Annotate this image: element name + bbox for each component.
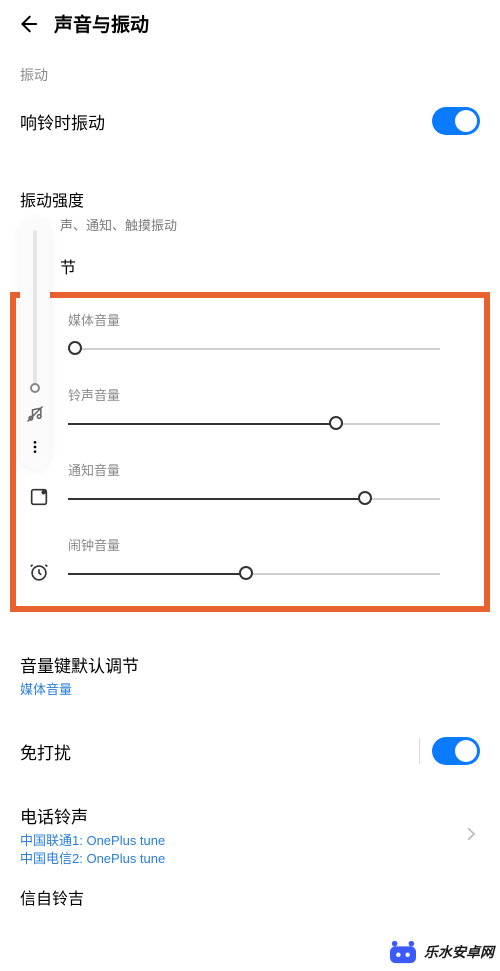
watermark-logo-icon <box>388 939 418 965</box>
slider-notif[interactable] <box>68 491 440 507</box>
row-vol-key-default[interactable]: 音量键默认调节 媒体音量 <box>0 630 500 717</box>
slider-row-notif: 通知音量 <box>68 460 472 507</box>
section-label-vibrate: 振动 <box>0 51 500 93</box>
row-label: 免打扰 <box>20 739 71 764</box>
slider-ring[interactable] <box>68 416 440 432</box>
notification-icon <box>28 486 50 508</box>
vib-strength-sub: 声、通知、触摸振动 <box>60 215 480 234</box>
toggle-dnd[interactable] <box>432 737 480 765</box>
slider-label: 铃声音量 <box>68 385 472 404</box>
row-volume-adjust: 节 <box>0 234 500 284</box>
header: 声音与振动 <box>0 0 500 51</box>
row-dnd[interactable]: 免打扰 <box>0 717 500 785</box>
chevron-right-icon <box>462 823 480 849</box>
slider-row-media: 媒体音量 <box>68 310 472 357</box>
row-label: 信自铃吉 <box>20 885 480 909</box>
divider <box>419 738 420 764</box>
music-mute-icon[interactable] <box>25 404 45 424</box>
slider-media[interactable] <box>68 341 440 357</box>
toggle-vibrate-on-ring[interactable] <box>432 107 480 135</box>
row-sub2: 中国电信2: OnePlus tune <box>20 850 165 868</box>
row-label: 音量键默认调节 <box>20 652 139 677</box>
alarm-clock-icon <box>28 561 50 583</box>
float-slider[interactable] <box>33 230 37 388</box>
slider-label: 通知音量 <box>68 460 472 479</box>
row-value: 媒体音量 <box>20 681 72 699</box>
slider-row-ring: 铃声音量 <box>68 385 472 432</box>
row-vibrate-on-ring[interactable]: 响铃时振动 <box>0 93 500 149</box>
page-title: 声音与振动 <box>54 10 149 37</box>
slider-label: 闹钟音量 <box>68 535 472 554</box>
vol-adjust-label: 节 <box>60 254 480 278</box>
vib-strength-label: 振动强度 <box>20 187 480 211</box>
row-sub1: 中国联通1: OnePlus tune <box>20 832 165 850</box>
back-arrow-icon[interactable] <box>16 13 38 35</box>
row-label: 电话铃声 <box>20 803 165 828</box>
watermark: 乐水安卓网 <box>388 939 494 965</box>
row-message-ringtone[interactable]: 信自铃吉 <box>0 879 500 909</box>
floating-volume-bar[interactable] <box>20 218 50 468</box>
row-vibration-strength[interactable]: 振动强度 声、通知、触摸振动 <box>0 177 500 234</box>
volume-panel-highlight: 媒体音量 铃声音量 通知音量 <box>10 292 490 612</box>
slider-alarm[interactable] <box>68 566 440 582</box>
row-phone-ringtone[interactable]: 电话铃声 中国联通1: OnePlus tune 中国电信2: OnePlus … <box>0 785 500 878</box>
row-label: 响铃时振动 <box>20 109 105 134</box>
slider-label: 媒体音量 <box>68 310 472 329</box>
kebab-icon[interactable] <box>26 438 44 456</box>
slider-row-alarm: 闹钟音量 <box>68 535 472 582</box>
watermark-text: 乐水安卓网 <box>424 942 494 962</box>
